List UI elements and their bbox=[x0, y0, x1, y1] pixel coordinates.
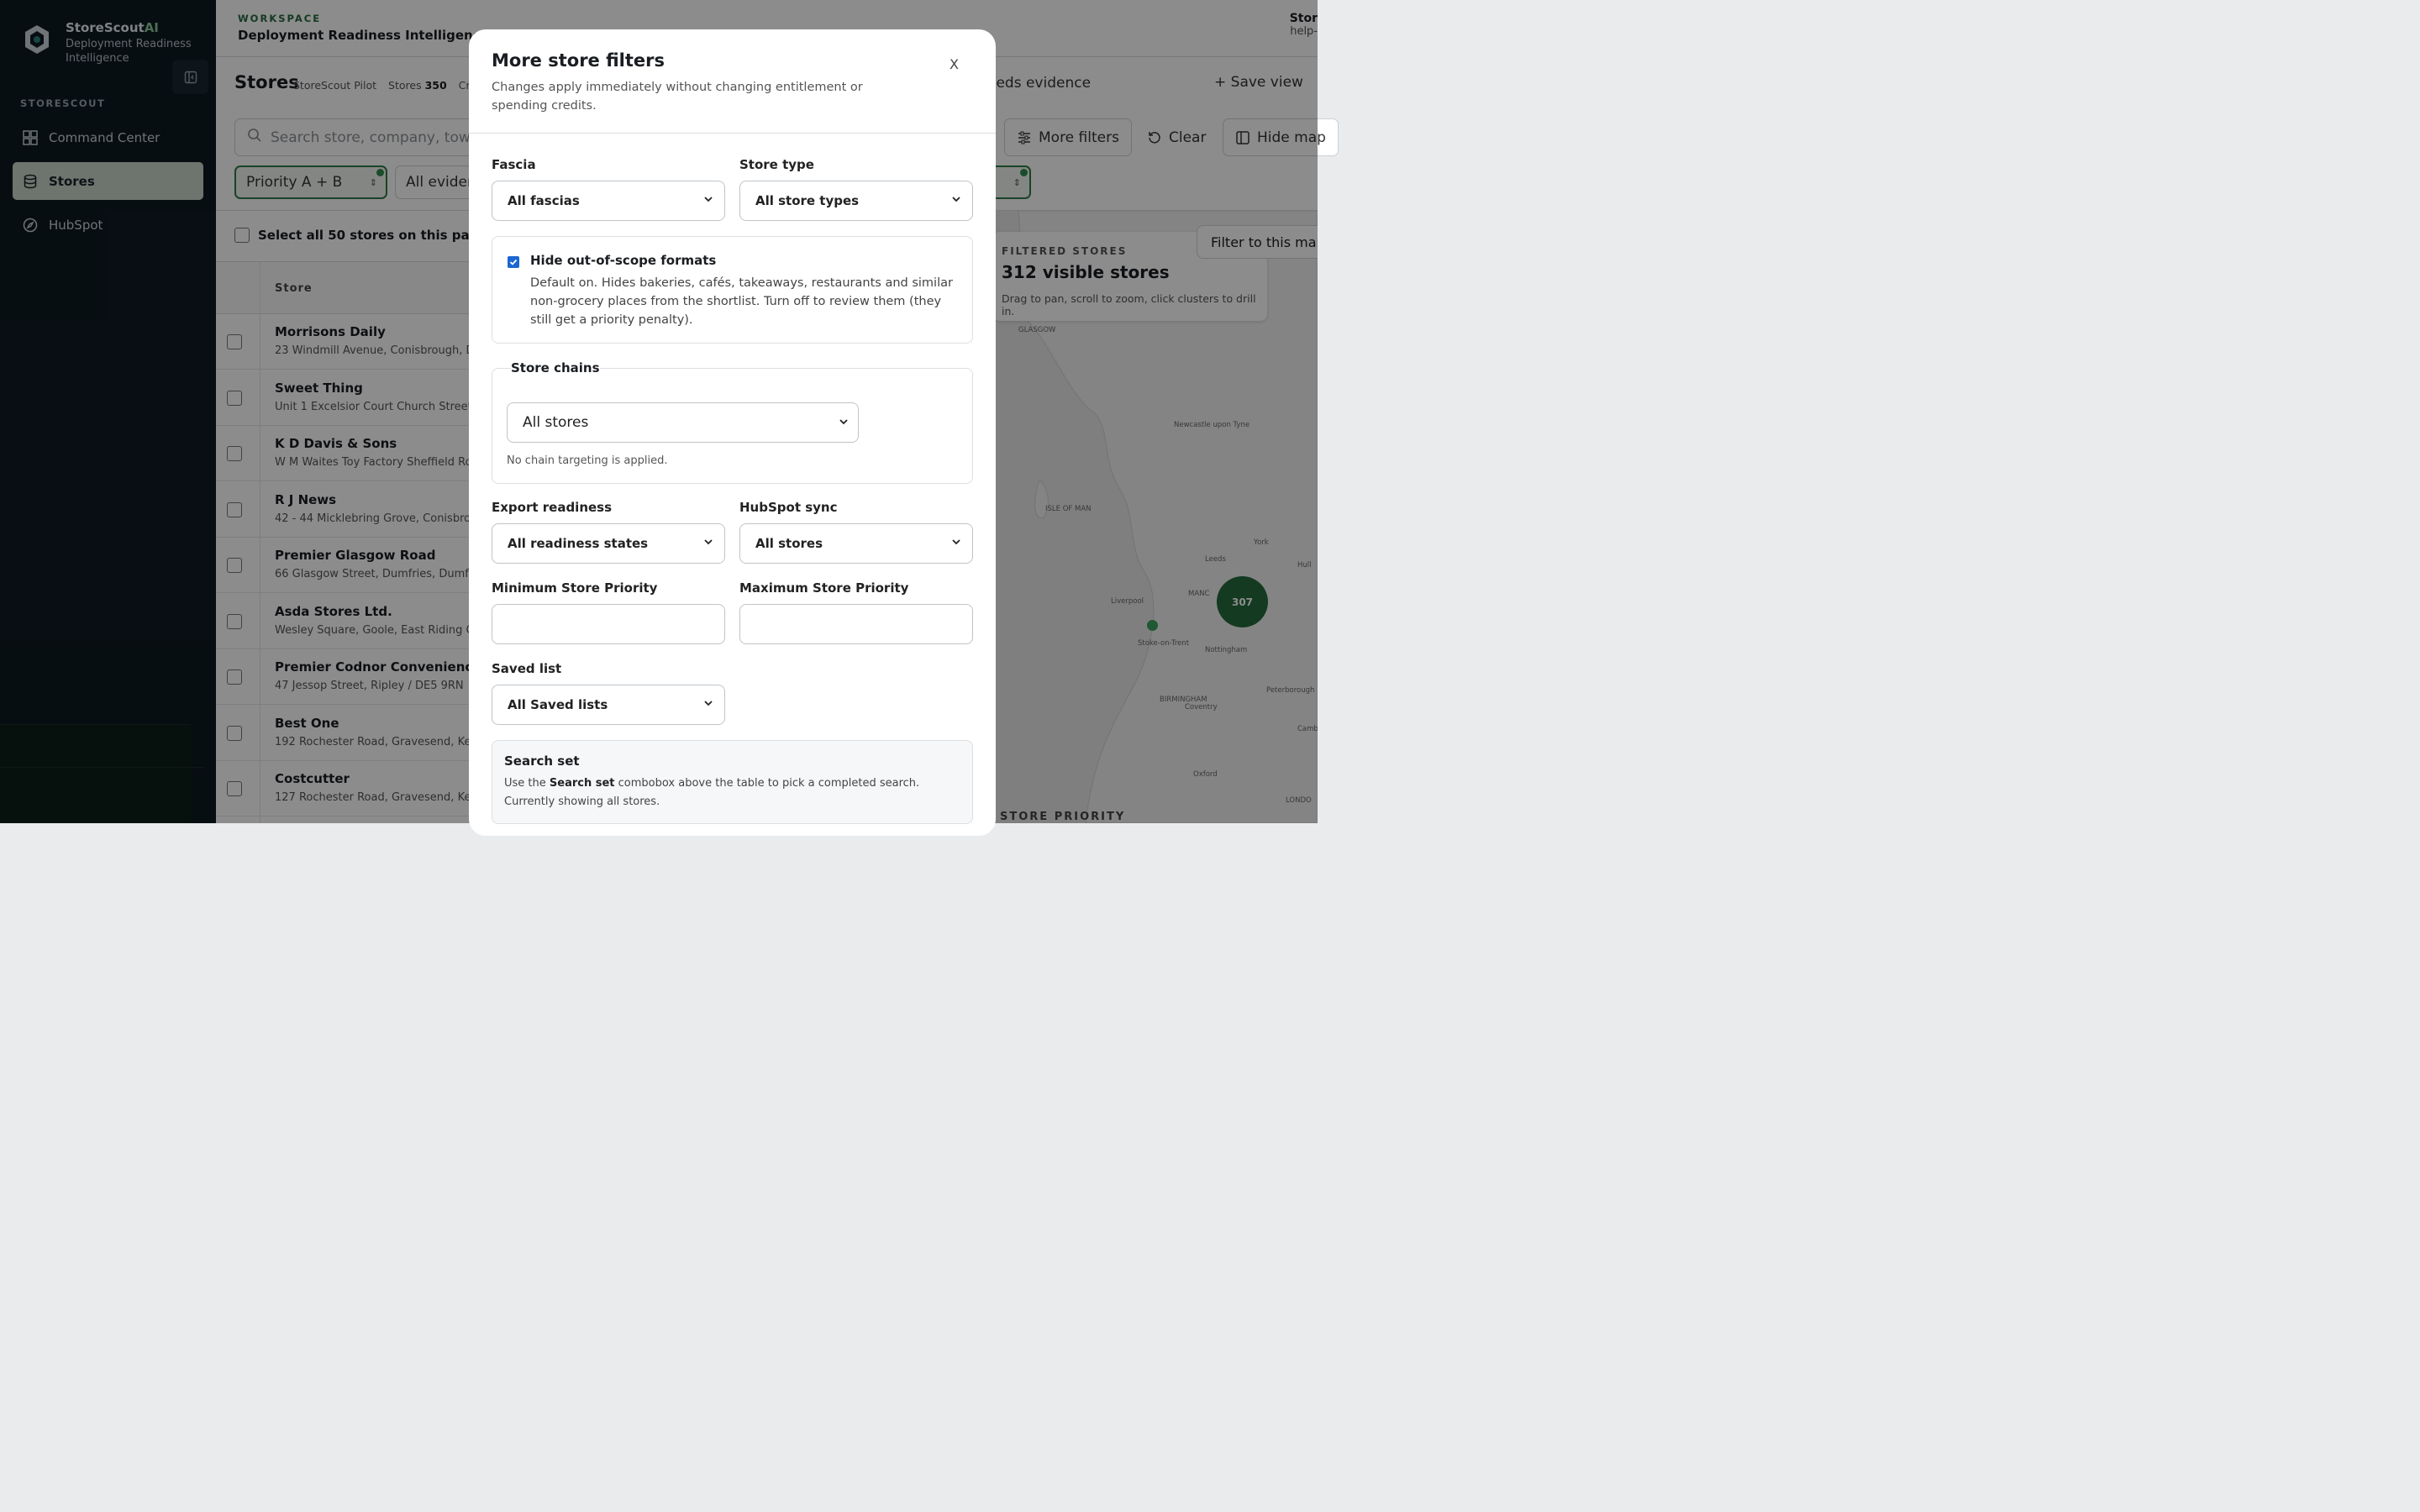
store-chains-select[interactable]: All stores bbox=[507, 402, 859, 443]
store-chains-legend: Store chains bbox=[511, 360, 600, 375]
export-readiness-select[interactable]: All readiness states bbox=[492, 523, 725, 564]
chevron-down-icon bbox=[839, 419, 848, 425]
modal-subtitle: Changes apply immediately without changi… bbox=[492, 81, 863, 113]
chevron-down-icon bbox=[704, 701, 713, 706]
store-type-select[interactable]: All store types bbox=[739, 181, 973, 221]
export-readiness-label: Export readiness bbox=[492, 500, 613, 515]
hide-out-of-scope-box: Hide out-of-scope formats Default on. Hi… bbox=[492, 236, 973, 344]
hubspot-sync-value: All stores bbox=[755, 536, 823, 551]
close-button[interactable]: X bbox=[950, 56, 959, 72]
search-set-title: Search set bbox=[504, 753, 580, 769]
divider bbox=[469, 133, 996, 134]
store-type-label: Store type bbox=[739, 157, 814, 172]
store-type-value: All store types bbox=[755, 193, 860, 208]
max-priority-input[interactable] bbox=[739, 604, 973, 644]
hide-out-of-scope-description: Default on. Hides bakeries, cafés, takea… bbox=[530, 276, 953, 327]
hubspot-sync-label: HubSpot sync bbox=[739, 500, 838, 515]
fascia-label: Fascia bbox=[492, 157, 536, 172]
modal-title: More store filters bbox=[492, 50, 666, 71]
saved-list-label: Saved list bbox=[492, 661, 562, 676]
chevron-down-icon bbox=[952, 539, 960, 545]
search-set-info: Search set Use the Search set combobox a… bbox=[492, 740, 973, 824]
hide-out-of-scope-title: Hide out-of-scope formats bbox=[530, 253, 717, 268]
search-set-description: Use the Search set combobox above the ta… bbox=[504, 777, 920, 808]
max-priority-label: Maximum Store Priority bbox=[739, 580, 909, 596]
saved-list-value: All Saved lists bbox=[508, 697, 608, 712]
chevron-down-icon bbox=[704, 197, 713, 202]
fascia-select[interactable]: All fascias bbox=[492, 181, 725, 221]
min-priority-input[interactable] bbox=[492, 604, 725, 644]
fascia-value: All fascias bbox=[508, 193, 580, 208]
hide-out-of-scope-checkbox[interactable] bbox=[508, 256, 519, 268]
chevron-down-icon bbox=[952, 197, 960, 202]
hubspot-sync-select[interactable]: All stores bbox=[739, 523, 973, 564]
export-readiness-value: All readiness states bbox=[508, 536, 649, 551]
chevron-down-icon bbox=[704, 539, 713, 545]
more-filters-modal: More store filters Changes apply immedia… bbox=[469, 29, 996, 836]
min-priority-label: Minimum Store Priority bbox=[492, 580, 658, 596]
store-chains-value: All stores bbox=[523, 414, 589, 431]
saved-list-select[interactable]: All Saved lists bbox=[492, 685, 725, 725]
check-icon bbox=[509, 259, 518, 265]
store-chains-note: No chain targeting is applied. bbox=[507, 454, 668, 467]
